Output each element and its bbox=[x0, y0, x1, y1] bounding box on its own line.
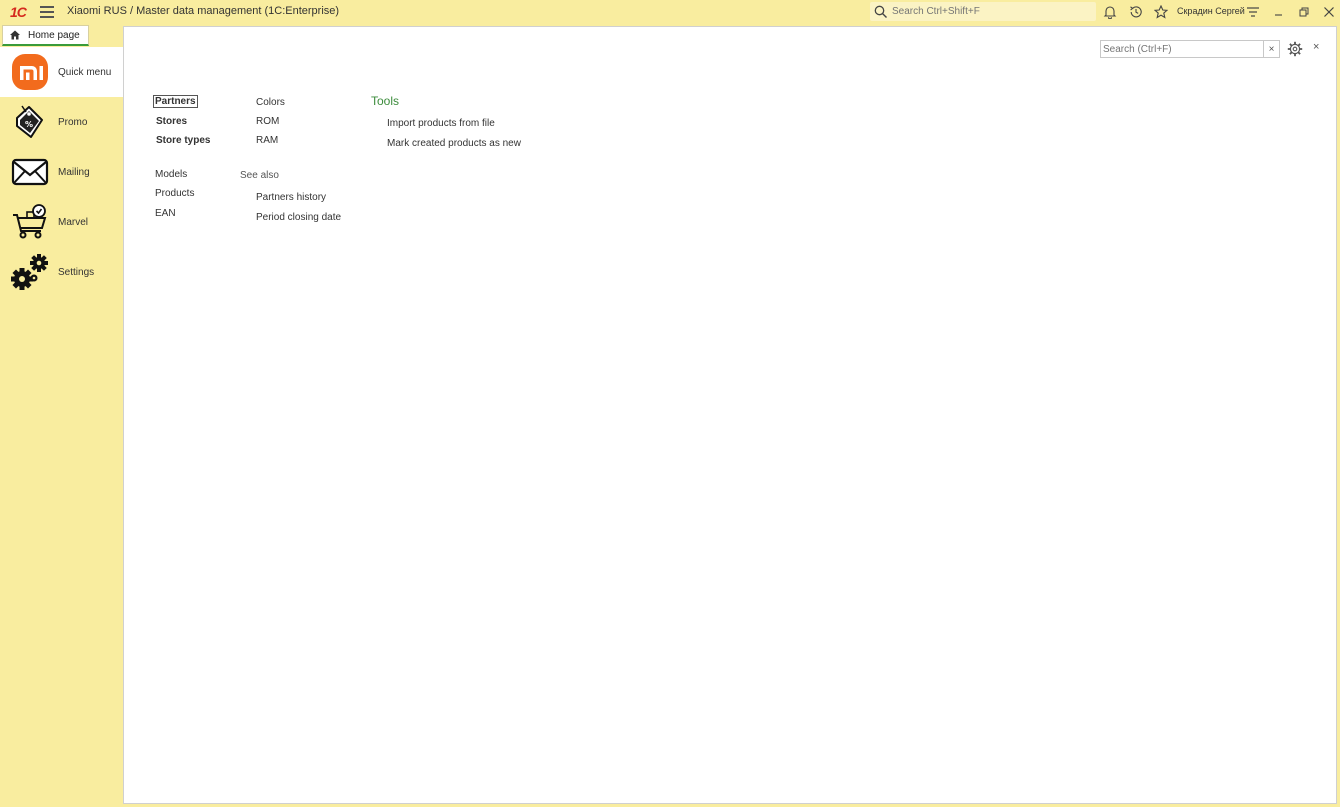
gears-icon bbox=[10, 252, 50, 292]
sidebar-item-marvel[interactable]: Marvel bbox=[0, 197, 123, 247]
close-window-icon[interactable] bbox=[1322, 5, 1336, 19]
sidebar-item-quick-menu[interactable]: Quick menu bbox=[0, 47, 123, 97]
home-icon bbox=[10, 30, 20, 40]
sidebar-item-mailing[interactable]: Mailing bbox=[0, 147, 123, 197]
close-panel-button[interactable]: × bbox=[1313, 41, 1327, 57]
tools-title: Tools bbox=[371, 94, 400, 108]
xiaomi-logo-icon bbox=[10, 52, 50, 92]
link-import-products-from-file[interactable]: Import products from file bbox=[387, 118, 495, 129]
link-rom[interactable]: ROM bbox=[256, 116, 279, 127]
local-search[interactable] bbox=[1100, 40, 1264, 58]
sidebar: Quick menu % Promo Mailing Marvel Settin… bbox=[0, 47, 123, 807]
sidebar-item-label: Mailing bbox=[58, 166, 90, 178]
sidebar-item-label: Promo bbox=[58, 116, 88, 128]
local-search-input[interactable] bbox=[1101, 41, 1261, 57]
clear-search-button[interactable]: × bbox=[1264, 40, 1280, 58]
settings-menu-icon[interactable] bbox=[1246, 5, 1260, 19]
app-logo: 1C bbox=[10, 4, 27, 20]
user-name[interactable]: Скрадин Сергей bbox=[1177, 6, 1245, 16]
link-mark-created-products-as-new[interactable]: Mark created products as new bbox=[387, 138, 521, 149]
tab-home-page[interactable]: Home page bbox=[2, 25, 89, 46]
global-search-input[interactable] bbox=[892, 6, 1092, 17]
link-stores[interactable]: Stores bbox=[156, 116, 187, 127]
title-bar: 1C Xiaomi RUS / Master data management (… bbox=[0, 0, 1340, 24]
price-tag-icon: % bbox=[10, 102, 50, 142]
main-menu-icon[interactable] bbox=[40, 6, 54, 18]
link-ean[interactable]: EAN bbox=[155, 208, 176, 219]
link-products[interactable]: Products bbox=[155, 188, 194, 199]
link-partners-history[interactable]: Partners history bbox=[256, 192, 326, 203]
sidebar-item-label: Marvel bbox=[58, 216, 89, 228]
star-icon[interactable] bbox=[1154, 5, 1168, 19]
see-also-caption: See also bbox=[240, 170, 279, 181]
restore-icon[interactable] bbox=[1297, 5, 1311, 19]
sidebar-item-promo[interactable]: % Promo bbox=[0, 97, 123, 147]
bell-icon[interactable] bbox=[1103, 5, 1117, 19]
window-title: Xiaomi RUS / Master data management (1C:… bbox=[67, 5, 340, 17]
search-icon bbox=[874, 5, 887, 18]
svg-text:%: % bbox=[25, 120, 33, 129]
history-icon[interactable] bbox=[1129, 5, 1143, 19]
minimize-icon[interactable] bbox=[1272, 5, 1286, 19]
sidebar-item-label: Quick menu bbox=[58, 66, 112, 78]
link-ram[interactable]: RAM bbox=[256, 135, 278, 146]
sidebar-item-settings[interactable]: Settings bbox=[0, 247, 123, 297]
link-models[interactable]: Models bbox=[155, 169, 187, 180]
link-colors[interactable]: Colors bbox=[256, 97, 285, 108]
envelope-icon bbox=[10, 152, 50, 192]
link-partners[interactable]: Partners bbox=[153, 95, 198, 108]
link-store-types[interactable]: Store types bbox=[156, 135, 210, 146]
global-search[interactable] bbox=[870, 2, 1096, 21]
gear-icon[interactable] bbox=[1287, 41, 1303, 57]
sidebar-item-label: Settings bbox=[58, 266, 95, 278]
home-page-panel: × × Partners Stores Store types Models P… bbox=[123, 26, 1337, 804]
shopping-cart-icon bbox=[10, 202, 50, 242]
link-period-closing-date[interactable]: Period closing date bbox=[256, 212, 341, 223]
tab-home-page-label: Home page bbox=[28, 29, 80, 41]
